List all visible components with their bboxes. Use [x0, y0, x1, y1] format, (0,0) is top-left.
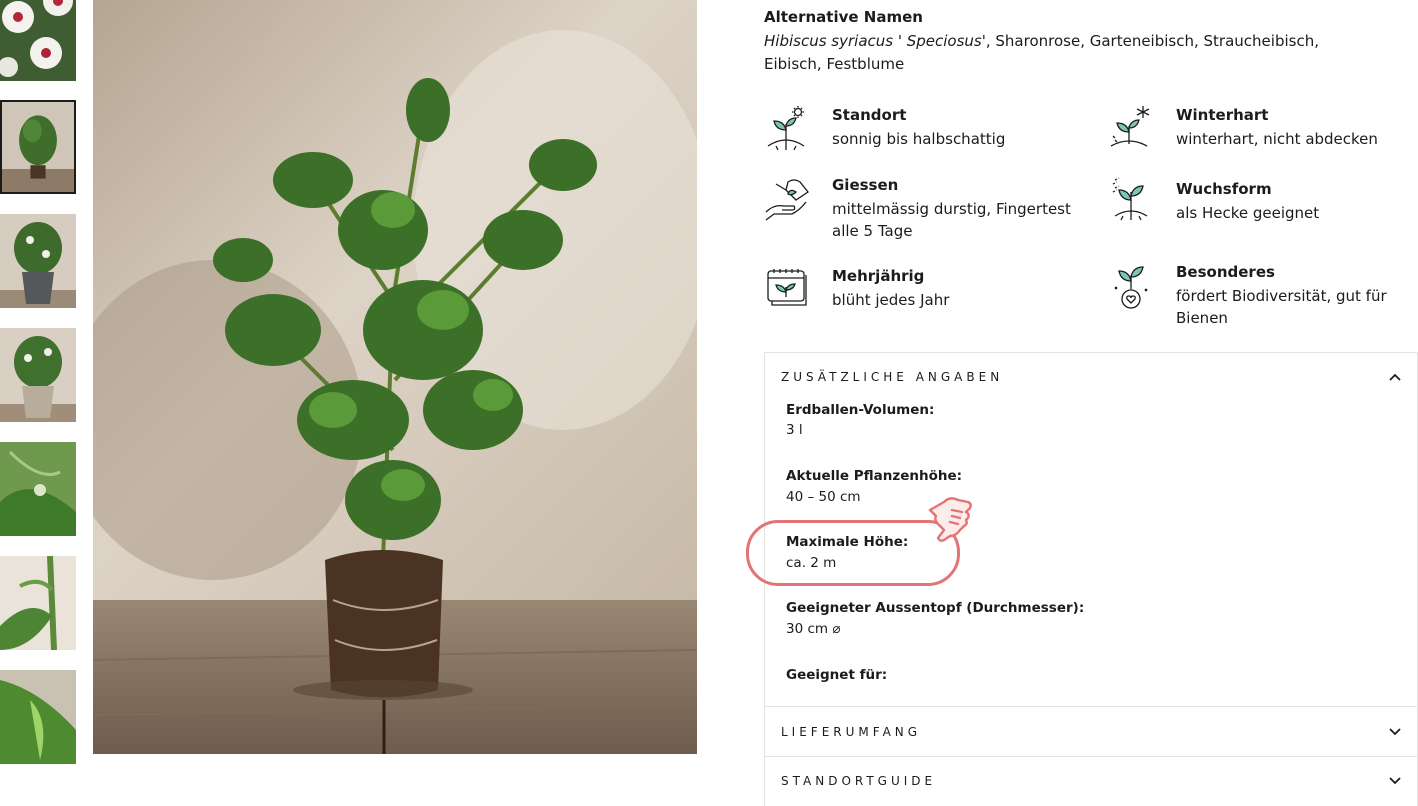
feature-mehrjaehrig-title: Mehrjährig [832, 267, 925, 285]
thumbnail-plant-rootball[interactable] [0, 100, 76, 194]
accordion-delivery[interactable]: LIEFERUMFANG [764, 706, 1418, 757]
property-label-current-height: Aktuelle Pflanzenhöhe: [786, 468, 963, 484]
thumbnail-stem-closeup[interactable] [0, 556, 76, 650]
feature-winterhart-text: winterhart, nicht abdecken [1176, 130, 1378, 148]
feature-wuchsform-text: als Hecke geeignet [1176, 204, 1320, 222]
growth-form-icon [1109, 176, 1155, 222]
property-label-rootball-volume: Erdballen-Volumen: [786, 402, 935, 418]
feature-mehrjaehrig-text: blüht jedes Jahr [832, 291, 950, 309]
feature-standort-title: Standort [832, 106, 907, 124]
thumbnail-leaves-closeup[interactable] [0, 670, 76, 764]
calendar-sprout-icon [764, 267, 810, 313]
chevron-down-icon[interactable] [1387, 724, 1403, 740]
thumbnail-leaf-closeup[interactable] [0, 442, 76, 536]
accordion-additional-info-header[interactable]: ZUSÄTZLICHE ANGABEN [781, 370, 1003, 384]
feature-giessen-title: Giessen [832, 176, 899, 194]
main-product-image [93, 0, 697, 754]
thumbnail-flower-white[interactable] [0, 0, 76, 81]
pointing-hand-icon [920, 490, 976, 546]
thumbnail-plant-pot-grey[interactable] [0, 214, 76, 308]
chevron-up-icon[interactable] [1387, 369, 1403, 385]
property-label-suitable-for: Geeignet für: [786, 667, 888, 683]
sun-sprout-icon [764, 106, 810, 152]
feature-standort-text: sonnig bis halbschattig [832, 130, 1006, 148]
property-value-current-height: 40 – 50 cm [786, 489, 861, 505]
accordion-location-guide[interactable]: STANDORTGUIDE [764, 756, 1418, 806]
property-label-outer-pot: Geeigneter Aussentopf (Durchmesser): [786, 600, 1085, 616]
thumbnail-plant-pot-beige[interactable] [0, 328, 76, 422]
feature-giessen-text: mittelmässig durstig, Fingertest alle 5 … [832, 200, 1071, 240]
feature-besonderes-title: Besonderes [1176, 263, 1275, 281]
accordion-delivery-header[interactable]: LIEFERUMFANG [781, 725, 921, 739]
alternative-names-text: Hibiscus syriacus ' Speciosus', Sharonro… [764, 30, 1364, 76]
alternative-names-title: Alternative Namen [764, 8, 923, 26]
chevron-down-icon[interactable] [1387, 773, 1403, 789]
feature-besonderes-text: fördert Biodiversität, gut für Bienen [1176, 287, 1387, 327]
hibiscus-plant-photo [93, 0, 697, 754]
property-value-rootball-volume: 3 l [786, 422, 803, 438]
property-value-outer-pot: 30 cm ⌀ [786, 621, 841, 637]
watering-can-icon [764, 176, 810, 222]
heart-sprout-icon [1109, 263, 1155, 309]
alternative-names-latin: Hibiscus syriacus ' Speciosus' [764, 32, 986, 50]
snowflake-sprout-icon [1109, 106, 1155, 152]
feature-wuchsform-title: Wuchsform [1176, 180, 1272, 198]
feature-winterhart-title: Winterhart [1176, 106, 1269, 124]
thumbnail-gallery [0, 0, 76, 806]
accordion-location-guide-header[interactable]: STANDORTGUIDE [781, 774, 936, 788]
